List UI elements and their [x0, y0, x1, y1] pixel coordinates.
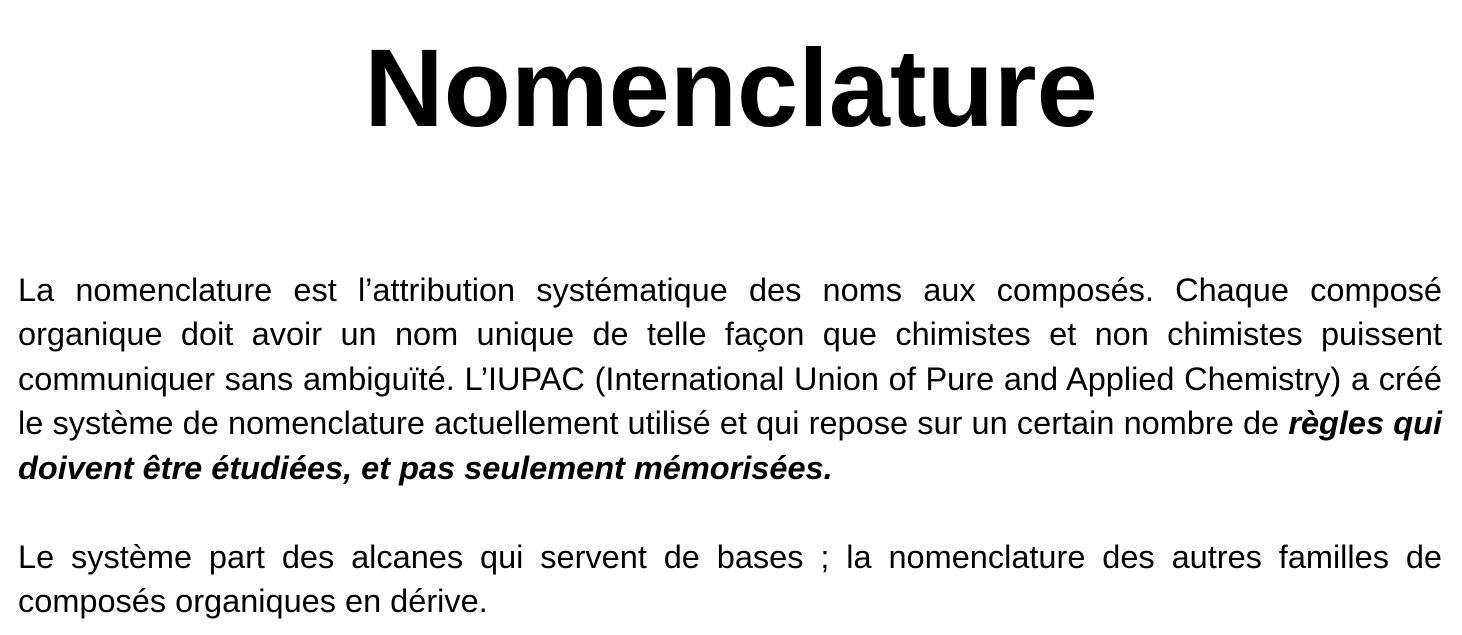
- page-title: Nomenclature: [364, 27, 1098, 150]
- system-paragraph: Le système part des alcanes qui servent …: [18, 539, 1442, 620]
- document-page: { "document": { "title": "Nomenclature",…: [0, 0, 1462, 635]
- intro-paragraph: La nomenclature est l’attribution systém…: [18, 268, 1442, 490]
- intro-paragraph-text: La nomenclature est l’attribution systém…: [18, 272, 1442, 442]
